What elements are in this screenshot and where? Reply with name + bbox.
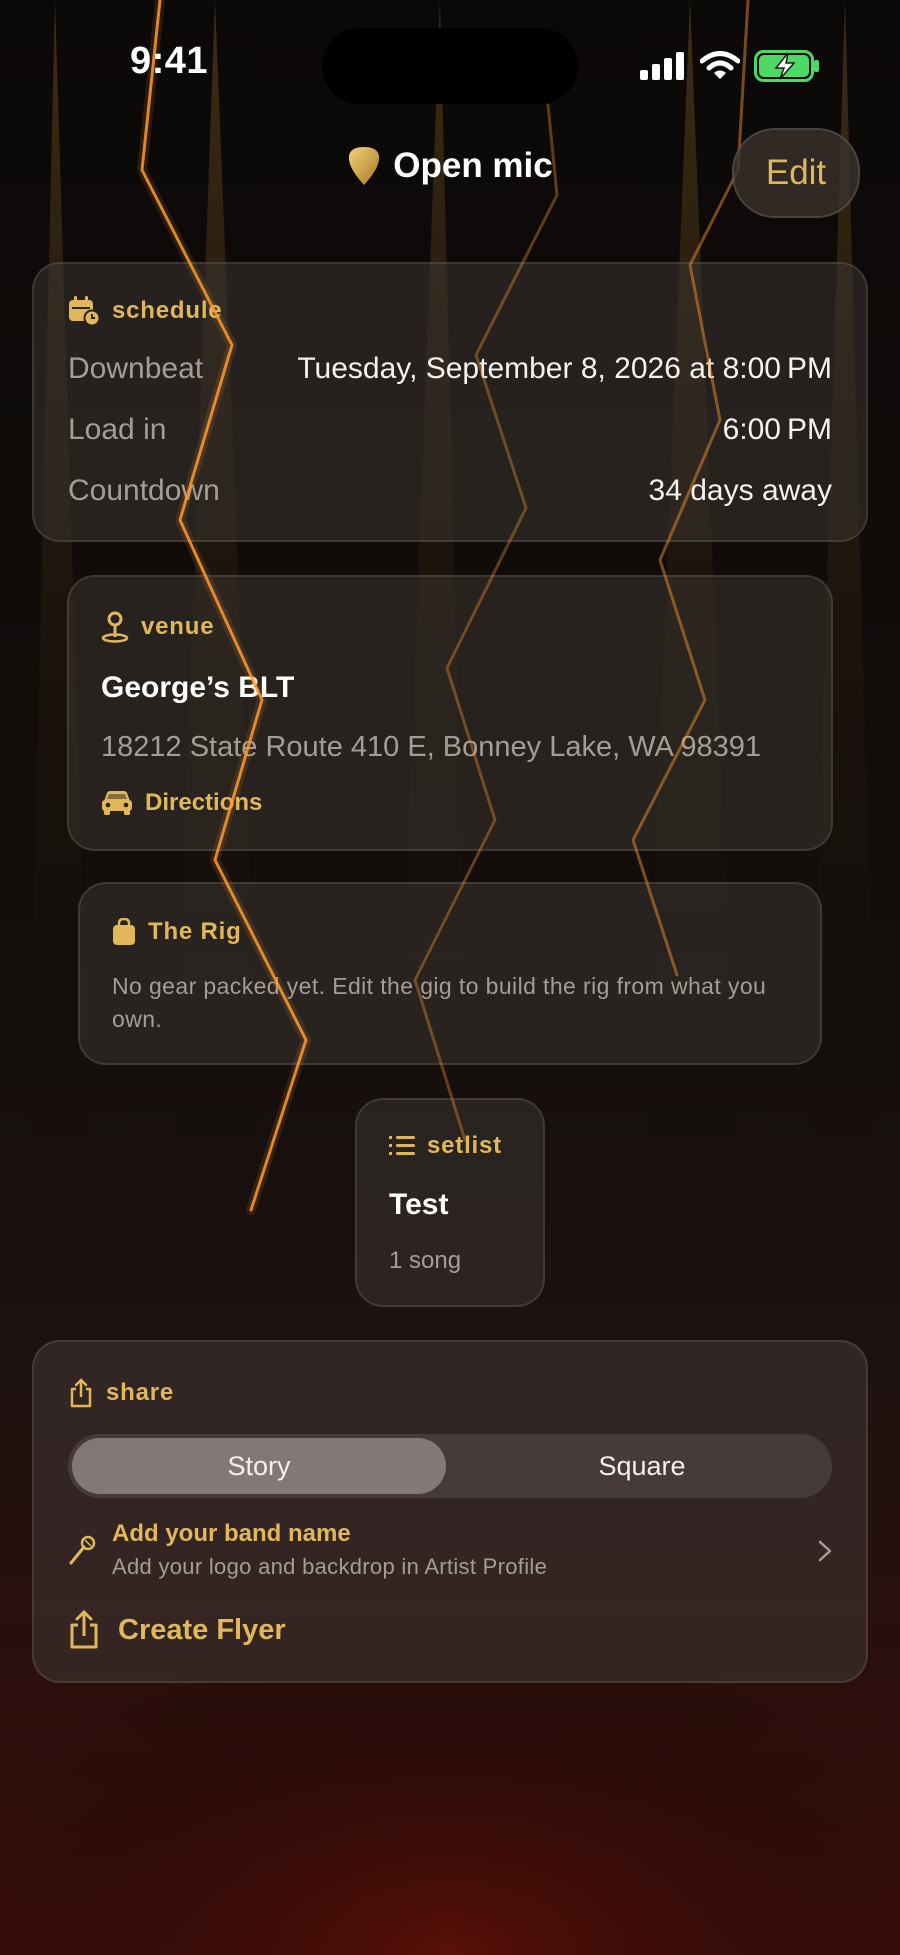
band-name-title: Add your band name (112, 1520, 351, 1547)
venue-header: venue (101, 611, 214, 643)
setlist-card[interactable]: setlist Test 1 song (355, 1098, 545, 1307)
setlist-heading: setlist (427, 1132, 502, 1159)
nav-header: Open mic Edit (0, 128, 900, 218)
load-in-value: 6:00 PM (722, 413, 832, 446)
setlist-name: Test (389, 1188, 449, 1221)
format-option-square[interactable]: Square (452, 1438, 832, 1494)
countdown-value: 34 days away (648, 474, 832, 507)
battery-charging-icon (754, 50, 819, 82)
create-flyer-label: Create Flyer (118, 1613, 286, 1646)
share-card: share Story Square Add your band name Ad… (32, 1340, 868, 1683)
downbeat-value: Tuesday, September 8, 2026 at 8:00 PM (297, 352, 832, 385)
venue-card: venue George’s BLT 18212 State Route 410… (67, 575, 833, 851)
chevron-right-icon (818, 1540, 832, 1562)
microphone-icon (69, 1535, 96, 1565)
wifi-icon (700, 51, 740, 79)
format-option-story[interactable]: Story (72, 1438, 446, 1494)
schedule-header: schedule (68, 296, 222, 326)
setlist-header: setlist (389, 1132, 502, 1160)
schedule-heading: schedule (112, 297, 223, 324)
map-pin-icon (101, 611, 129, 643)
venue-address[interactable]: 18212 State Route 410 E, Bonney Lake, WA… (101, 731, 761, 764)
guitar-pick-icon (349, 147, 380, 185)
schedule-row-countdown: Countdown 34 days away (68, 474, 832, 508)
dynamic-island (322, 28, 578, 104)
schedule-card: schedule Downbeat Tuesday, September 8, … (32, 262, 868, 542)
edit-button[interactable]: Edit (732, 128, 860, 218)
rig-header: The Rig (112, 918, 242, 946)
status-icons (640, 50, 820, 82)
rig-card: The Rig No gear packed yet. Edit the gig… (78, 882, 822, 1065)
car-icon (102, 791, 132, 815)
band-name-row[interactable]: Add your band name Add your logo and bac… (68, 1520, 832, 1582)
schedule-row-downbeat: Downbeat Tuesday, September 8, 2026 at 8… (68, 352, 832, 386)
page-title: Open mic (393, 146, 553, 185)
schedule-row-load-in: Load in 6:00 PM (68, 413, 832, 447)
bag-icon (113, 918, 135, 945)
share-heading: share (106, 1379, 175, 1406)
create-flyer-button[interactable]: Create Flyer (68, 1610, 286, 1650)
venue-name: George’s BLT (101, 671, 295, 704)
downbeat-label: Downbeat (68, 352, 204, 385)
countdown-label: Countdown (68, 474, 220, 507)
venue-heading: venue (141, 613, 215, 640)
directions-label: Directions (145, 789, 263, 816)
share-icon (70, 1610, 98, 1649)
signal-icon (640, 52, 684, 80)
list-icon (389, 1136, 415, 1155)
setlist-count: 1 song (389, 1247, 462, 1274)
rig-heading: The Rig (148, 918, 242, 945)
status-bar: 9:41 (0, 0, 900, 130)
status-time: 9:41 (130, 40, 209, 82)
load-in-label: Load in (68, 413, 167, 446)
directions-link[interactable]: Directions (101, 789, 262, 817)
band-name-subtitle: Add your logo and backdrop in Artist Pro… (112, 1554, 548, 1579)
share-header: share (68, 1378, 174, 1408)
rig-empty-message: No gear packed yet. Edit the gig to buil… (112, 973, 767, 1032)
share-icon (70, 1378, 92, 1408)
flyer-format-picker: Story Square (68, 1434, 832, 1498)
calendar-clock-icon (69, 296, 100, 326)
